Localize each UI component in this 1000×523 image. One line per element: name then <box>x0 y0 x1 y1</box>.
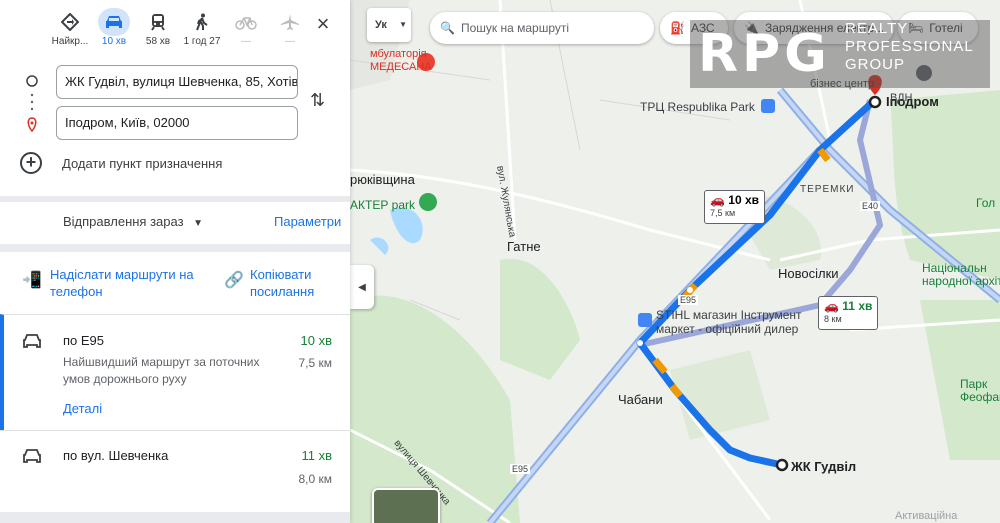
route-description: Найшвидший маршрут за поточних умов доро… <box>63 355 260 386</box>
route-time: 10 хв <box>300 333 332 348</box>
route-bubble-e95[interactable]: 🚗 10 хв 7,5 км <box>704 190 766 224</box>
search-icon: 🔍 <box>440 21 455 35</box>
bubble-distance: 7,5 км <box>710 208 736 218</box>
mode-flight[interactable]: — <box>268 8 312 47</box>
divider <box>0 196 350 202</box>
poi-respublika[interactable]: ТРЦ Respublika Park <box>640 100 755 114</box>
bubble-time: 11 хв <box>842 299 873 313</box>
bike-icon <box>230 8 262 36</box>
send-to-phone-button[interactable]: 📲 Надіслати маршрути на телефон <box>22 266 212 300</box>
best-route-icon <box>54 8 86 36</box>
route-distance: 8,0 км <box>298 472 332 486</box>
flight-icon <box>274 8 306 36</box>
layers-button[interactable] <box>372 488 440 523</box>
label-e95-north: E95 <box>678 295 699 305</box>
poi-stihl[interactable]: STIHL магазин Інструмент маркет - офіцій… <box>656 308 802 336</box>
mode-bike[interactable]: — <box>224 8 268 47</box>
poi-ambulance[interactable]: мбулаторія МЕДЕСАНА <box>370 48 432 74</box>
mode-best[interactable]: Найкр... <box>48 8 92 47</box>
plus-icon: + <box>20 152 42 174</box>
watermark-text: REALTY PROFESSIONAL GROUP <box>845 20 974 73</box>
route-distance: 7,5 км <box>298 356 332 370</box>
mode-label: Найкр... <box>51 36 89 47</box>
gas-station-icon: ⛽ <box>670 21 685 35</box>
label-vdnh: ВДН <box>890 92 913 104</box>
origin-field[interactable]: ЖК Гудвіл, вулиця Шевченка, 85, Хотів, <box>56 65 298 99</box>
depart-label: Відправлення зараз <box>63 214 184 229</box>
label-aktyvatsiya: Активаційна <box>895 510 958 522</box>
rpg-watermark: RPG REALTY PROFESSIONAL GROUP <box>690 20 990 88</box>
route-connector-icon <box>26 75 38 133</box>
car-icon <box>98 8 130 36</box>
label-gol: Гол <box>976 196 996 210</box>
mode-label: — <box>241 36 251 47</box>
options-button[interactable]: Параметри <box>274 214 341 229</box>
mode-label: — <box>285 36 295 47</box>
label-e95-south: E95 <box>510 464 531 474</box>
travel-modes: Найкр... 10 хв 58 хв 1 год 27 — — <box>48 8 312 47</box>
send-to-phone-label: Надіслати маршрути на телефон <box>50 267 194 299</box>
walk-icon <box>186 8 218 36</box>
transit-icon <box>142 8 174 36</box>
label-chabany: Чабани <box>618 392 663 407</box>
mode-label: 10 хв <box>101 36 127 47</box>
mode-transit[interactable]: 58 хв <box>136 8 180 47</box>
route-option-e95[interactable]: по E95 10 хв Найшвидший маршрут за поточ… <box>0 314 350 430</box>
phone-send-icon: 📲 <box>22 272 42 289</box>
bubble-time: 10 хв <box>728 193 760 207</box>
copy-links-button[interactable]: 🔗 Копіювати посилання <box>224 266 342 300</box>
depart-time-dropdown[interactable]: Відправлення зараз ▼ <box>63 214 203 229</box>
copy-links-label: Копіювати посилання <box>250 267 315 299</box>
divider <box>0 512 350 523</box>
watermark-logo: RPG <box>698 24 831 84</box>
collapse-panel-button[interactable]: ◀ <box>350 265 374 309</box>
car-icon <box>23 449 41 463</box>
language-label: Ук <box>375 19 387 31</box>
mode-label: 1 год 27 <box>183 36 221 47</box>
map-search-box[interactable]: 🔍 Пошук на маршруті <box>430 12 654 44</box>
mode-walk[interactable]: 1 год 27 <box>180 8 224 47</box>
route-name: по E95 <box>63 333 105 348</box>
mode-car[interactable]: 10 хв <box>92 8 136 47</box>
poi-akter-park[interactable]: АКТЕР park <box>350 198 415 212</box>
route-details-link[interactable]: Деталі <box>63 401 102 416</box>
label-e40: E40 <box>860 201 881 211</box>
route-bubble-shevchenka[interactable]: 🚗 11 хв 8 км <box>818 296 879 330</box>
car-icon: 🚗 <box>824 299 839 313</box>
label-yukivshchyna: рюківщина <box>350 172 415 187</box>
route-option-shevchenka[interactable]: по вул. Шевченка 11 хв 8,0 км <box>0 430 350 510</box>
search-input[interactable]: Пошук на маршруті <box>461 21 569 35</box>
label-novosilky: Новосілки <box>778 266 839 281</box>
destination-field[interactable]: Іподром, Київ, 02000 <box>56 106 298 140</box>
add-destination-button[interactable]: + Додати пункт призначення <box>20 152 222 174</box>
chevron-down-icon: ▼ <box>193 218 204 229</box>
divider <box>0 244 350 252</box>
label-goodwill: ЖК Гудвіл <box>791 459 857 474</box>
poi-national-museum[interactable]: Національн народної архіт <box>922 262 1000 288</box>
language-selector[interactable]: Ук ▼ <box>367 8 411 42</box>
car-icon <box>23 334 41 348</box>
label-teremky: ТЕРЕМКИ <box>800 184 855 195</box>
add-destination-label: Додати пункт призначення <box>62 155 223 171</box>
swap-icon[interactable]: ⇅ <box>310 90 325 111</box>
poi-park[interactable]: Парк Феофані <box>960 378 1000 404</box>
mode-label: 58 хв <box>145 36 171 47</box>
car-icon: 🚗 <box>710 193 725 207</box>
route-time: 11 хв <box>301 448 332 463</box>
route-name: по вул. Шевченка <box>63 448 169 463</box>
label-gatne: Гатне <box>507 239 541 254</box>
directions-panel: Найкр... 10 хв 58 хв 1 год 27 — — × ЖК Г… <box>0 0 350 523</box>
bubble-distance: 8 км <box>824 314 842 324</box>
link-icon: 🔗 <box>224 272 244 289</box>
chevron-down-icon: ▼ <box>399 20 407 29</box>
chevron-left-icon: ◀ <box>358 281 366 293</box>
close-icon[interactable]: × <box>312 13 334 36</box>
